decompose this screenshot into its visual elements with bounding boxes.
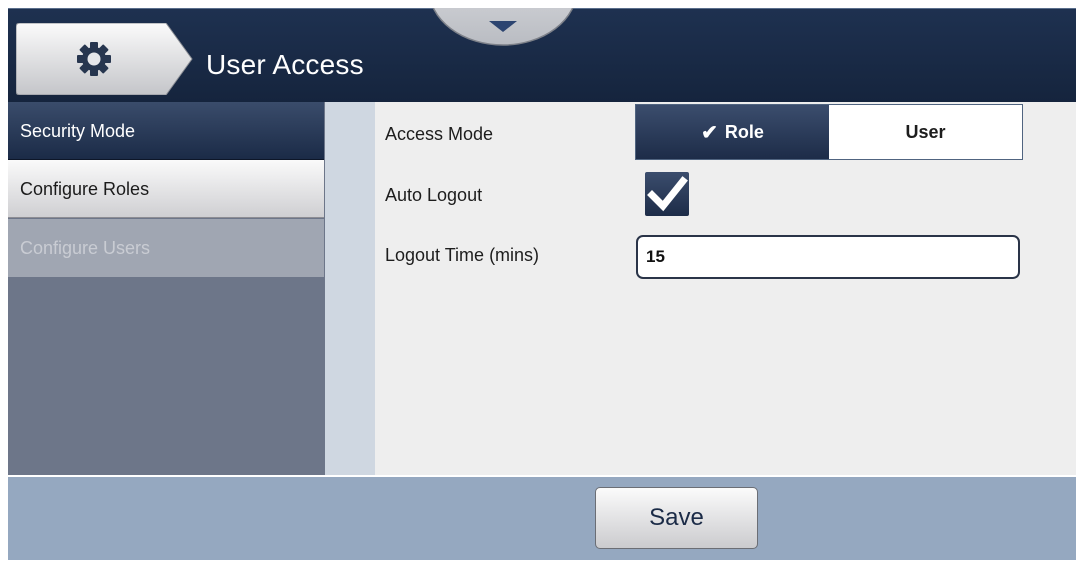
auto-logout-label: Auto Logout (385, 185, 483, 205)
role-option-button[interactable]: ✔ Role (636, 105, 829, 159)
sidebar-item-security-mode[interactable]: Security Mode (8, 102, 324, 160)
logout-time-input[interactable] (636, 235, 1020, 279)
pull-down-tab[interactable] (428, 8, 578, 49)
page-title: User Access (206, 49, 364, 80)
checkmark-icon (647, 176, 688, 212)
sidebar-item-configure-users: Configure Users (8, 219, 324, 277)
check-icon: ✔ (701, 121, 718, 144)
sidebar-item-configure-roles[interactable]: Configure Roles (8, 160, 324, 218)
footer-bar: Save (8, 475, 1076, 560)
auto-logout-checkbox[interactable] (645, 172, 689, 216)
role-option-label: Role (724, 121, 764, 142)
divider-strip (325, 102, 375, 475)
access-mode-label: Access Mode (385, 124, 494, 144)
user-option-button[interactable]: User (829, 105, 1022, 159)
gear-icon (77, 42, 111, 76)
home-button[interactable] (16, 23, 206, 95)
header-bar: User Access (8, 8, 1076, 103)
sidebar: Security Mode Configure Roles Configure … (8, 102, 325, 475)
logout-time-label: Logout Time (mins) (385, 245, 540, 265)
app-window: User Access Security Mode Configure Role… (8, 8, 1076, 560)
access-mode-toggle[interactable]: ✔ Role User (635, 104, 1023, 160)
user-option-label: User (905, 121, 946, 142)
save-button[interactable]: Save (595, 487, 758, 549)
settings-panel: Access Mode ✔ Role User Auto Logout Logo… (375, 102, 1076, 475)
